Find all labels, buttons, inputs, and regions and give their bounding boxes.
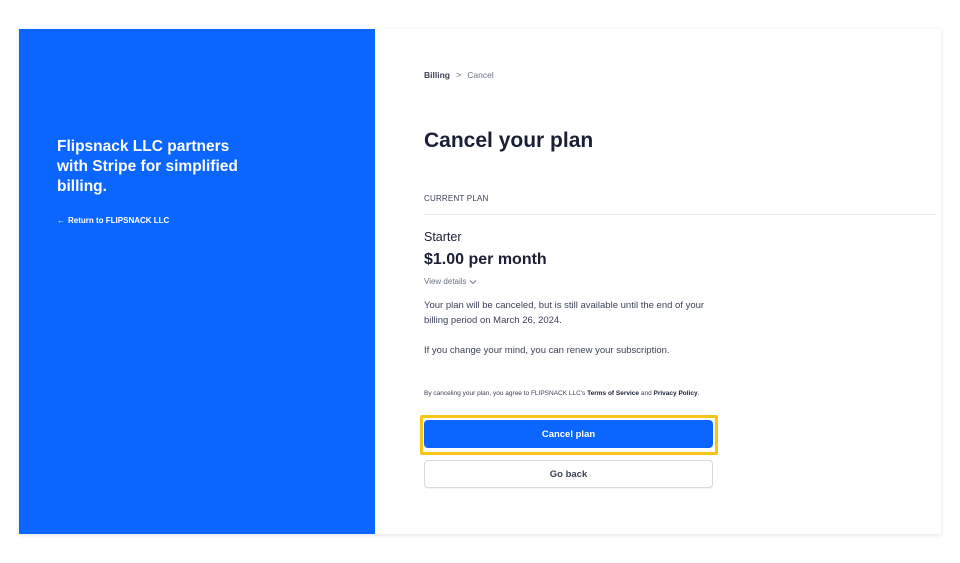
availability-message: Your plan will be canceled, but is still… [424,300,705,326]
plan-name: Starter [424,230,462,244]
billing-portal-frame: Flipsnack LLC partners with Stripe for s… [19,29,941,534]
legal-suffix: . [697,390,700,397]
breadcrumb-billing-link[interactable]: Billing [424,70,450,80]
breadcrumb: Billing > Cancel [424,70,494,80]
view-details-toggle[interactable]: View details [424,277,477,286]
return-link-label: Return to FLIPSNACK LLC [68,216,170,225]
cancel-plan-panel: Billing > Cancel Cancel your plan CURREN… [375,29,941,534]
go-back-button[interactable]: Go back [424,460,713,488]
merchant-panel: Flipsnack LLC partners with Stripe for s… [19,29,375,534]
privacy-policy-link[interactable]: Privacy Policy [654,390,698,397]
chevron-right-icon: > [455,70,462,80]
section-divider [424,214,936,215]
arrow-left-icon: ← [57,216,65,225]
renew-message: If you change your mind, you can renew y… [424,345,670,356]
current-plan-label: CURRENT PLAN [424,194,489,203]
terms-of-service-link[interactable]: Terms of Service [587,390,639,397]
merchant-heading: Flipsnack LLC partners with Stripe for s… [57,138,238,195]
breadcrumb-current: Cancel [467,70,494,80]
chevron-down-icon [469,279,476,284]
cancel-button-highlight [420,415,718,455]
page-title: Cancel your plan [424,129,594,152]
return-to-merchant-link[interactable]: ← Return to FLIPSNACK LLC [57,216,169,225]
legal-prefix: By canceling your plan, you agree to FLI… [424,390,586,397]
view-details-label: View details [424,277,467,286]
legal-and: and [640,390,652,397]
plan-price: $1.00 per month [424,251,547,268]
legal-notice: By canceling your plan, you agree to FLI… [424,389,714,399]
